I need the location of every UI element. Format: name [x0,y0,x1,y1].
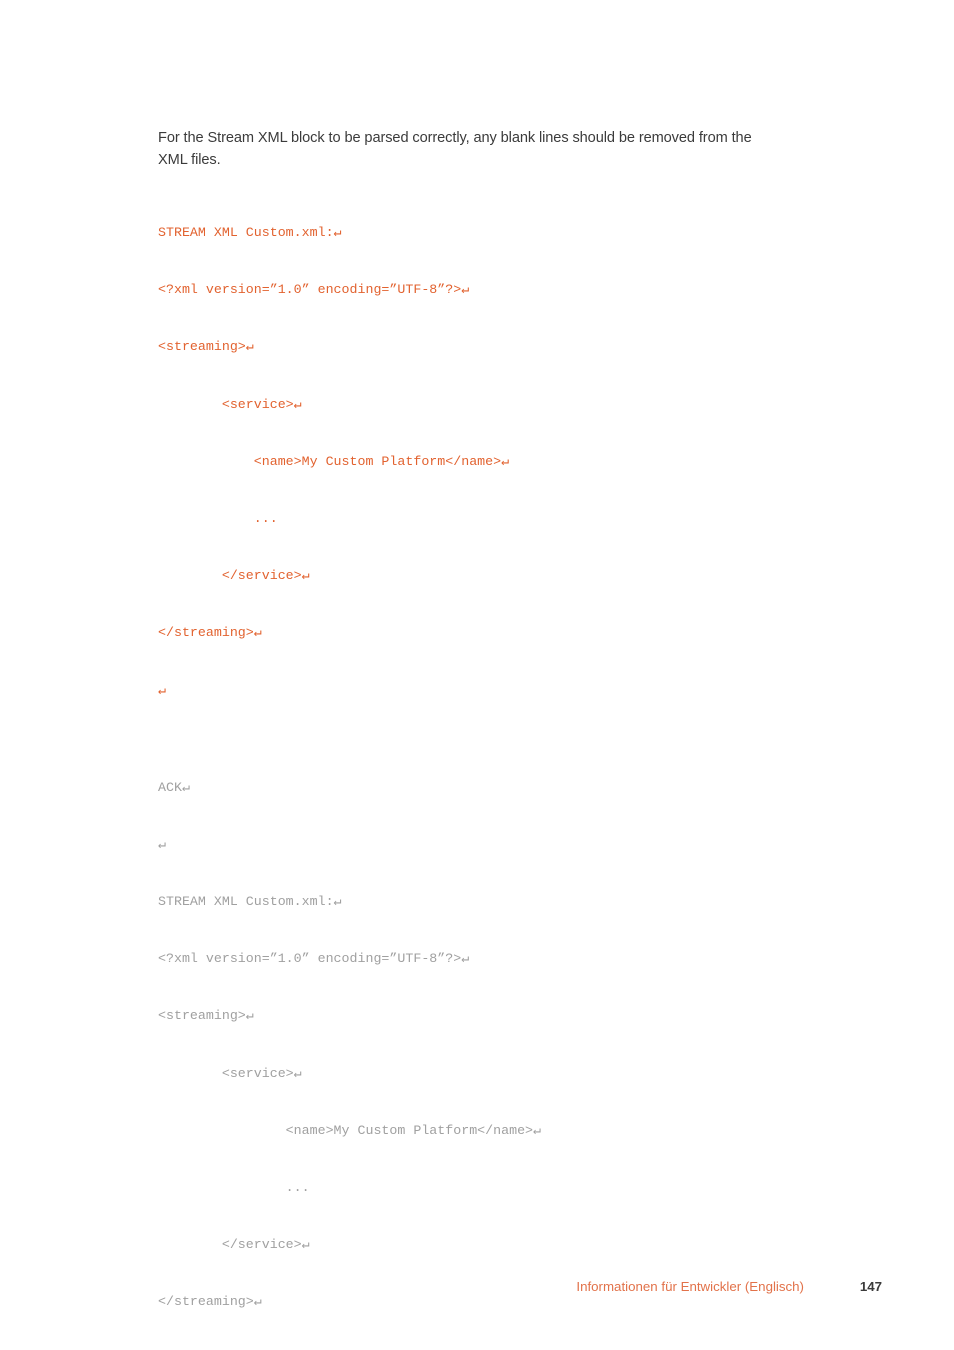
code-line: ↵ [158,682,167,698]
code-line: </service>↵ [158,1237,310,1253]
code-block-stream-xml-upload-response: ACK↵ ↵ STREAM XML Custom.xml:↵ <?xml ver… [158,744,798,1350]
code-line: <?xml version=”1.0” encoding=”UTF-8”?>↵ [158,282,470,298]
footer-page-number: 147 [859,1279,882,1294]
code-line: ↵ [158,1346,798,1350]
code-line: STREAM XML Custom.xml:↵ [158,894,342,910]
code-line: STREAM XML Custom.xml:↵ [158,225,342,240]
page-footer: Informationen für Entwickler (Englisch) … [158,1278,882,1298]
code-line: ... [158,510,278,526]
code-line: <service>↵ [158,396,302,412]
intro-paragraph: For the Stream XML block to be parsed co… [158,128,798,171]
code-line: <name>My Custom Platform</name>↵ [158,453,510,469]
code-line: <?xml version=”1.0” encoding=”UTF-8”?>↵ [158,951,470,967]
code-line: <name>My Custom Platform</name>↵ [158,1122,542,1138]
code-block-stream-xml-upload-command: STREAM XML Custom.xml:↵ <?xml version=”1… [158,189,798,734]
page-content: For the Stream XML block to be parsed co… [158,128,798,1350]
document-page: For the Stream XML block to be parsed co… [0,0,954,1350]
intro-paragraph-line-1: For the Stream XML block to be parsed co… [158,130,752,146]
code-line: ACK↵ [158,779,190,795]
footer-section-label: Informationen für Entwickler (Englisch) [576,1279,804,1294]
intro-paragraph-line-2: XML files. [158,151,221,168]
code-line: <streaming>↵ [158,339,254,355]
code-line: </service>↵ [158,568,310,584]
code-line: ... [158,1180,310,1195]
code-line: ↵ [158,836,167,852]
code-line: <service>↵ [158,1065,302,1081]
code-line: <streaming>↵ [158,1008,254,1024]
code-line: </streaming>↵ [158,625,262,641]
